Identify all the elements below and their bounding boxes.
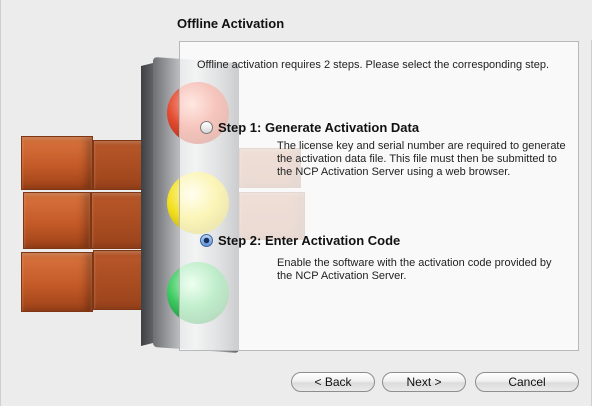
content-panel (179, 41, 579, 351)
step-2-label[interactable]: Step 2: Enter Activation Code (218, 233, 400, 248)
brick (21, 136, 93, 190)
cancel-button[interactable]: Cancel (475, 372, 579, 392)
page-title: Offline Activation (177, 16, 285, 31)
step-1-radio[interactable] (200, 121, 213, 134)
step-2-description: Enable the software with the activation … (277, 257, 552, 282)
brick (21, 252, 93, 312)
back-button[interactable]: < Back (291, 372, 375, 392)
next-button[interactable]: Next > (382, 372, 466, 392)
header-bar (1, 0, 592, 40)
step-2-radio[interactable] (200, 234, 213, 247)
brick (23, 192, 91, 249)
step-1-description: The license key and serial number are re… (277, 140, 566, 178)
step-1-label[interactable]: Step 1: Generate Activation Data (218, 120, 419, 135)
installer-window: Offline Activation Offline activation re… (0, 0, 592, 406)
intro-text: Offline activation requires 2 steps. Ple… (197, 59, 549, 71)
